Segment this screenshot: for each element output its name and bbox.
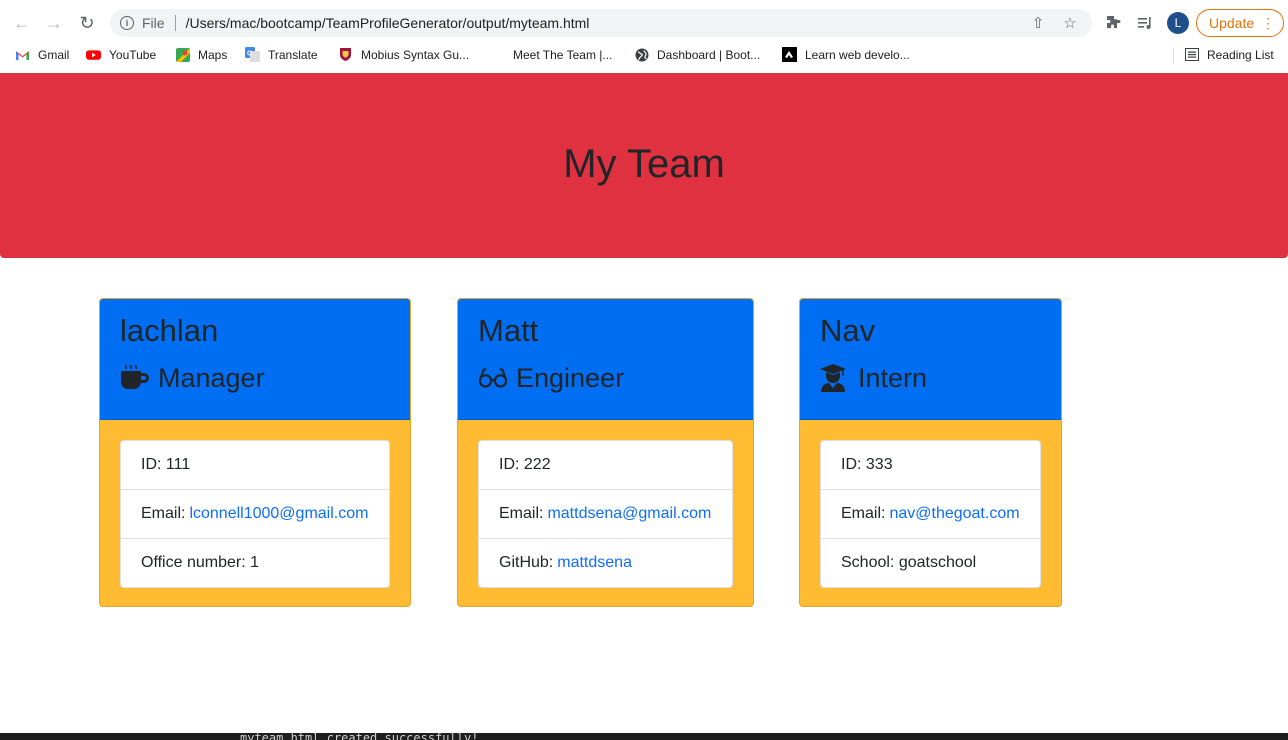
bookmark-label: Learn web develo... — [805, 47, 910, 62]
role-label: Manager — [158, 362, 265, 393]
email-link[interactable]: nav@thegoat.com — [889, 505, 1019, 523]
employee-name: Matt — [478, 313, 539, 348]
bookmarks-bar: Gmail YouTube Maps G Translate Mobius Sy… — [0, 44, 1288, 66]
maps-icon — [175, 47, 190, 62]
gmail-icon — [15, 47, 30, 62]
bookmark-mobius[interactable]: Mobius Syntax Gu... — [338, 47, 469, 62]
youtube-icon — [86, 47, 101, 62]
bookmark-dashboard[interactable]: Dashboard | Boot... — [634, 47, 760, 62]
url-text[interactable]: /Users/mac/bootcamp/TeamProfileGenerator… — [186, 15, 1028, 31]
extensions-icon[interactable] — [1102, 12, 1124, 34]
employee-card-engineer: Matt Engineer ID: 222 Email: mattdsena@g… — [457, 298, 754, 607]
bookmark-maps[interactable]: Maps — [175, 47, 227, 62]
graduate-icon — [820, 364, 850, 392]
terminal-background: myteam.html created successfully! — [0, 731, 1288, 740]
bookmark-label: Meet The Team |... — [513, 47, 613, 62]
bookmark-learn-web[interactable]: Learn web develo... — [782, 47, 910, 62]
employee-card-manager: lachlan Manager ID: 111 Email: lconnell1… — [99, 298, 411, 607]
bookmark-gmail[interactable]: Gmail — [15, 47, 69, 62]
update-label: Update — [1209, 15, 1255, 31]
page-viewport: My Team lachlan Manager ID: 111 Email: l… — [0, 73, 1288, 733]
email-label: Email: — [841, 505, 886, 522]
email-label: Email: — [141, 505, 186, 522]
arrow-left-icon: ← — [13, 12, 31, 33]
page-title: My Team — [563, 141, 725, 186]
card-header: Matt Engineer — [458, 299, 753, 420]
github-label: GitHub: — [499, 554, 554, 571]
share-icon[interactable]: ⇧ — [1028, 14, 1048, 32]
id-item: ID: 222 — [499, 456, 551, 473]
email-item: Email: lconnell1000@gmail.com — [121, 489, 389, 538]
office-number-item: Office number: 1 — [121, 538, 389, 587]
email-item: Email: nav@thegoat.com — [821, 489, 1040, 538]
details-list: ID: 111 Email: lconnell1000@gmail.com Of… — [120, 440, 390, 588]
scheme-label: File — [142, 15, 165, 31]
info-icon[interactable]: i — [120, 16, 134, 30]
page-header: My Team — [0, 73, 1288, 258]
globe-icon — [634, 47, 649, 62]
bookmark-youtube[interactable]: YouTube — [86, 47, 156, 62]
reload-button[interactable]: ↻ — [76, 12, 98, 34]
reload-icon: ↻ — [79, 12, 95, 33]
browser-toolbar: ← → ↻ i File /Users/mac/bootcamp/TeamPro… — [0, 0, 1288, 44]
translate-icon: G — [245, 47, 260, 62]
mobius-icon — [338, 47, 353, 62]
reading-list-button[interactable]: Reading List — [1184, 47, 1274, 62]
employee-name: lachlan — [120, 313, 219, 348]
update-button[interactable]: Update ⋮ — [1196, 9, 1284, 37]
card-body: ID: 111 Email: lconnell1000@gmail.com Of… — [100, 420, 410, 606]
employee-name: Nav — [820, 313, 876, 348]
svg-text:G: G — [247, 51, 253, 58]
github-item: GitHub: mattdsena — [479, 538, 732, 587]
details-list: ID: 333 Email: nav@thegoat.com School: g… — [820, 440, 1041, 588]
role-label: Intern — [858, 362, 928, 393]
school-item: School: goatschool — [821, 538, 1040, 587]
forward-button[interactable]: → — [43, 12, 65, 34]
star-icon[interactable]: ☆ — [1060, 14, 1080, 32]
bookmark-meet-the-team[interactable]: Meet The Team |... — [490, 47, 612, 62]
bookmark-label: Translate — [268, 47, 318, 62]
glasses-icon — [478, 364, 508, 392]
email-item: Email: mattdsena@gmail.com — [479, 489, 732, 538]
media-control-icon[interactable] — [1134, 12, 1156, 34]
card-body: ID: 333 Email: nav@thegoat.com School: g… — [800, 420, 1061, 606]
github-link[interactable]: mattdsena — [557, 554, 632, 572]
terminal-output: myteam.html created successfully! — [240, 731, 479, 740]
bookmark-label: Mobius Syntax Gu... — [361, 47, 470, 62]
employee-card-intern: Nav Intern ID: 333 Email: nav@thegoat.co… — [799, 298, 1062, 607]
employee-role: Intern — [820, 360, 1041, 396]
divider — [174, 15, 176, 31]
email-link[interactable]: lconnell1000@gmail.com — [189, 505, 368, 523]
bookmark-label: Gmail — [38, 47, 70, 62]
employee-role: Manager — [120, 360, 390, 396]
divider — [1173, 48, 1174, 64]
id-item: ID: 111 — [141, 456, 191, 473]
card-body: ID: 222 Email: mattdsena@gmail.com GitHu… — [458, 420, 753, 606]
back-button[interactable]: ← — [11, 12, 33, 34]
bookmark-label: Maps — [198, 47, 228, 62]
address-bar[interactable]: i File /Users/mac/bootcamp/TeamProfileGe… — [110, 9, 1092, 37]
bookmark-translate[interactable]: G Translate — [245, 47, 318, 62]
role-label: Engineer — [516, 362, 625, 393]
email-label: Email: — [499, 505, 544, 522]
card-header: Nav Intern — [800, 299, 1061, 420]
menu-dots-icon[interactable]: ⋮ — [1261, 15, 1275, 32]
employee-role: Engineer — [478, 360, 733, 396]
card-header: lachlan Manager — [100, 299, 410, 420]
id-item: ID: 333 — [841, 456, 893, 473]
reading-list-icon — [1184, 47, 1199, 62]
mdn-icon — [782, 47, 797, 62]
blank-page-icon — [490, 47, 505, 62]
details-list: ID: 222 Email: mattdsena@gmail.com GitHu… — [478, 440, 733, 588]
arrow-right-icon: → — [45, 12, 63, 33]
email-link[interactable]: mattdsena@gmail.com — [547, 505, 711, 523]
profile-avatar[interactable]: L — [1167, 12, 1189, 34]
bookmark-label: YouTube — [109, 47, 157, 62]
reading-list-label: Reading List — [1207, 47, 1274, 62]
mug-icon — [120, 364, 150, 392]
bookmark-label: Dashboard | Boot... — [657, 47, 761, 62]
